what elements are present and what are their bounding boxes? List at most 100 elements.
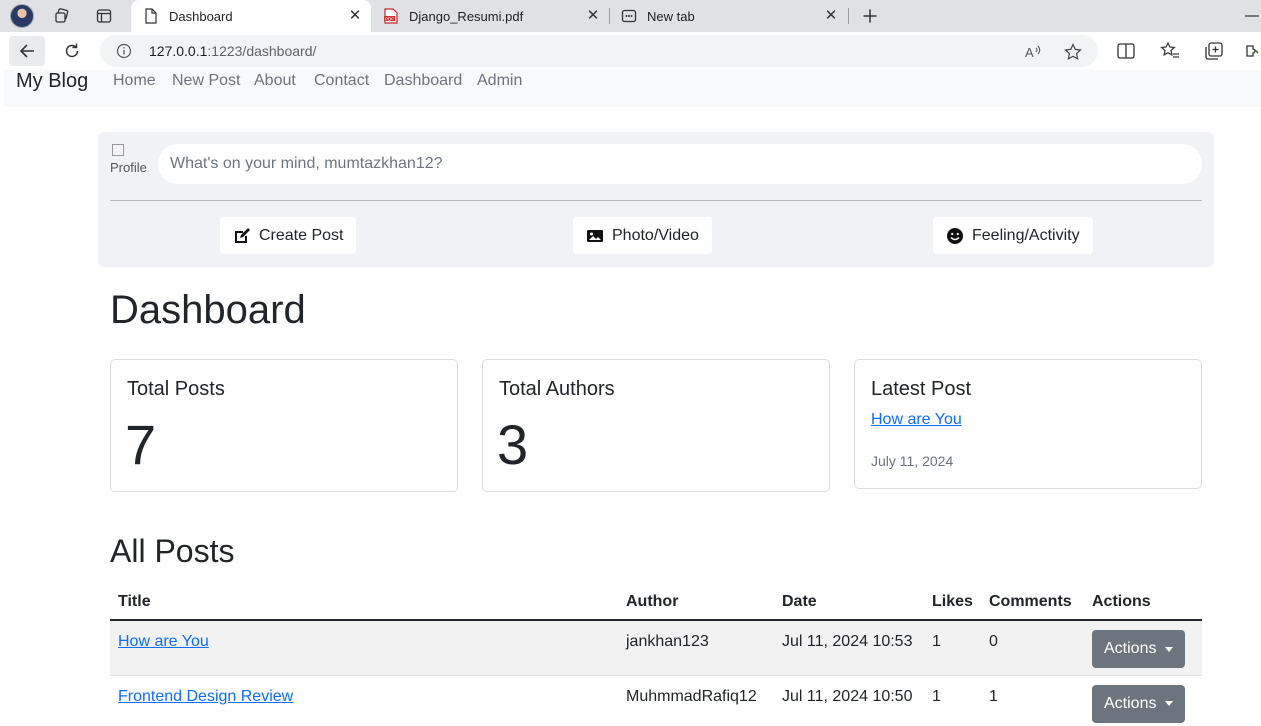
browser-toolbar: 127.0.0.1:1223/dashboard/ A bbox=[0, 32, 1261, 70]
workspaces-icon[interactable] bbox=[50, 4, 74, 28]
actions-dropdown-button[interactable]: Actions bbox=[1092, 630, 1186, 668]
actions-cell: Actions bbox=[1084, 620, 1202, 676]
extensions-icon[interactable] bbox=[1245, 41, 1261, 61]
nav-dashboard[interactable]: Dashboard bbox=[384, 72, 462, 90]
image-icon bbox=[587, 229, 603, 242]
latest-post-card: Latest Post How are You July 11, 2024 bbox=[854, 359, 1202, 489]
close-tab-icon[interactable]: ✕ bbox=[347, 8, 363, 24]
post-comments: 0 bbox=[981, 620, 1084, 676]
whats-on-your-mind-input[interactable] bbox=[158, 144, 1202, 184]
smile-icon bbox=[947, 227, 963, 244]
create-post-button[interactable]: Create Post bbox=[220, 217, 357, 254]
nav-new-post[interactable]: New Post bbox=[172, 72, 240, 90]
total-authors-card: Total Authors 3 bbox=[482, 359, 830, 492]
all-posts-heading: All Posts bbox=[110, 533, 235, 569]
post-title-cell: How are You bbox=[110, 620, 618, 676]
site-brand[interactable]: My Blog bbox=[16, 70, 88, 93]
close-tab-icon[interactable]: ✕ bbox=[823, 8, 839, 24]
total-posts-card: Total Posts 7 bbox=[110, 359, 458, 492]
feeling-activity-label: Feeling/Activity bbox=[972, 226, 1080, 244]
post-author: jankhan123 bbox=[618, 620, 774, 676]
photo-video-button[interactable]: Photo/Video bbox=[573, 217, 712, 254]
actions-label: Actions bbox=[1104, 640, 1157, 657]
tab-divider bbox=[848, 8, 849, 24]
broken-image-icon bbox=[112, 144, 124, 156]
site-navbar: My Blog Home New Post About Contact Dash… bbox=[4, 70, 1261, 107]
actions-cell: Actions bbox=[1084, 675, 1202, 726]
create-post-label: Create Post bbox=[259, 226, 344, 244]
svg-text:PDF: PDF bbox=[385, 16, 394, 21]
latest-post-label: Latest Post bbox=[871, 378, 972, 400]
new-tab-plus-icon[interactable] bbox=[858, 4, 882, 28]
post-title-link[interactable]: Frontend Design Review bbox=[118, 688, 293, 705]
dashboard-heading: Dashboard bbox=[110, 288, 306, 332]
latest-post-date: July 11, 2024 bbox=[871, 453, 954, 469]
total-posts-count: 7 bbox=[125, 413, 157, 476]
caret-down-icon bbox=[1165, 701, 1174, 706]
column-header: Author bbox=[618, 584, 774, 621]
read-aloud-icon[interactable]: A bbox=[1024, 43, 1042, 61]
site-info-icon[interactable] bbox=[116, 43, 132, 59]
column-header: Likes bbox=[924, 584, 981, 621]
profile-image-alt: Profile bbox=[110, 160, 147, 175]
url-path: :1223/dashboard/ bbox=[207, 43, 317, 59]
divider bbox=[110, 200, 1202, 201]
page-content: My Blog Home New Post About Contact Dash… bbox=[4, 70, 1261, 726]
browser-tab-bar: Dashboard ✕ PDF Django_Resumi.pdf ✕ New … bbox=[0, 0, 1261, 32]
back-button[interactable] bbox=[9, 36, 45, 66]
split-screen-icon[interactable] bbox=[1116, 41, 1136, 61]
tab-new[interactable]: New tab ✕ bbox=[609, 0, 847, 32]
minimize-icon[interactable] bbox=[1240, 4, 1261, 28]
tab-actions-icon[interactable] bbox=[92, 4, 116, 28]
column-header: Title bbox=[110, 584, 618, 621]
edit-icon bbox=[235, 227, 250, 243]
collections-icon[interactable] bbox=[1204, 41, 1224, 61]
url-text: 127.0.0.1:1223/dashboard/ bbox=[149, 43, 316, 59]
actions-label: Actions bbox=[1104, 694, 1157, 712]
post-author: MuhmmadRafiq12 bbox=[618, 675, 774, 726]
nav-about[interactable]: About bbox=[254, 72, 296, 90]
posts-table: Title Author Date Likes Comments Actions… bbox=[110, 584, 1202, 726]
table-row: Frontend Design Review MuhmmadRafiq12 Ju… bbox=[110, 675, 1202, 726]
tab-title: Dashboard bbox=[169, 8, 233, 24]
post-date: Jul 11, 2024 10:50 bbox=[774, 675, 924, 726]
latest-post-link[interactable]: How are You bbox=[871, 411, 962, 429]
close-tab-icon[interactable]: ✕ bbox=[585, 8, 601, 24]
profile-avatar-icon[interactable] bbox=[10, 4, 34, 28]
address-bar[interactable]: 127.0.0.1:1223/dashboard/ A bbox=[100, 35, 1098, 67]
post-date: Jul 11, 2024 10:53 bbox=[774, 620, 924, 676]
total-authors-count: 3 bbox=[497, 413, 529, 476]
page-icon bbox=[143, 8, 159, 24]
favorite-star-icon[interactable] bbox=[1064, 43, 1082, 61]
pdf-icon: PDF bbox=[383, 8, 399, 24]
post-composer: Profile Create Post Photo/Video Feeling/… bbox=[98, 132, 1214, 267]
actions-dropdown-button[interactable]: Actions bbox=[1092, 684, 1186, 723]
tab-title: Django_Resumi.pdf bbox=[409, 8, 524, 24]
reload-button[interactable] bbox=[54, 36, 90, 66]
table-row: How are You jankhan123 Jul 11, 2024 10:5… bbox=[110, 620, 1202, 676]
column-header: Comments bbox=[981, 584, 1084, 621]
tab-dashboard[interactable]: Dashboard ✕ bbox=[131, 0, 371, 32]
feeling-activity-button[interactable]: Feeling/Activity bbox=[933, 217, 1093, 254]
photo-video-label: Photo/Video bbox=[612, 226, 699, 244]
url-host: 127.0.0.1 bbox=[149, 43, 208, 59]
favorites-icon[interactable] bbox=[1160, 41, 1180, 61]
post-likes: 1 bbox=[924, 620, 981, 676]
new-tab-icon bbox=[621, 8, 637, 24]
column-header: Date bbox=[774, 584, 924, 621]
svg-text:A: A bbox=[1025, 45, 1034, 60]
caret-down-icon bbox=[1165, 646, 1174, 652]
total-posts-label: Total Posts bbox=[127, 378, 225, 400]
nav-admin[interactable]: Admin bbox=[477, 72, 522, 90]
post-title-cell: Frontend Design Review bbox=[110, 675, 618, 726]
tab-pdf[interactable]: PDF Django_Resumi.pdf ✕ bbox=[371, 0, 609, 32]
nav-home[interactable]: Home bbox=[113, 72, 156, 90]
profile-image: Profile bbox=[110, 144, 148, 180]
column-header: Actions bbox=[1084, 584, 1202, 621]
tab-title: New tab bbox=[647, 8, 695, 24]
total-authors-label: Total Authors bbox=[499, 378, 615, 400]
nav-contact[interactable]: Contact bbox=[314, 72, 369, 90]
table-header-row: Title Author Date Likes Comments Actions bbox=[110, 584, 1202, 621]
post-likes: 1 bbox=[924, 675, 981, 726]
post-title-link[interactable]: How are You bbox=[118, 633, 209, 650]
